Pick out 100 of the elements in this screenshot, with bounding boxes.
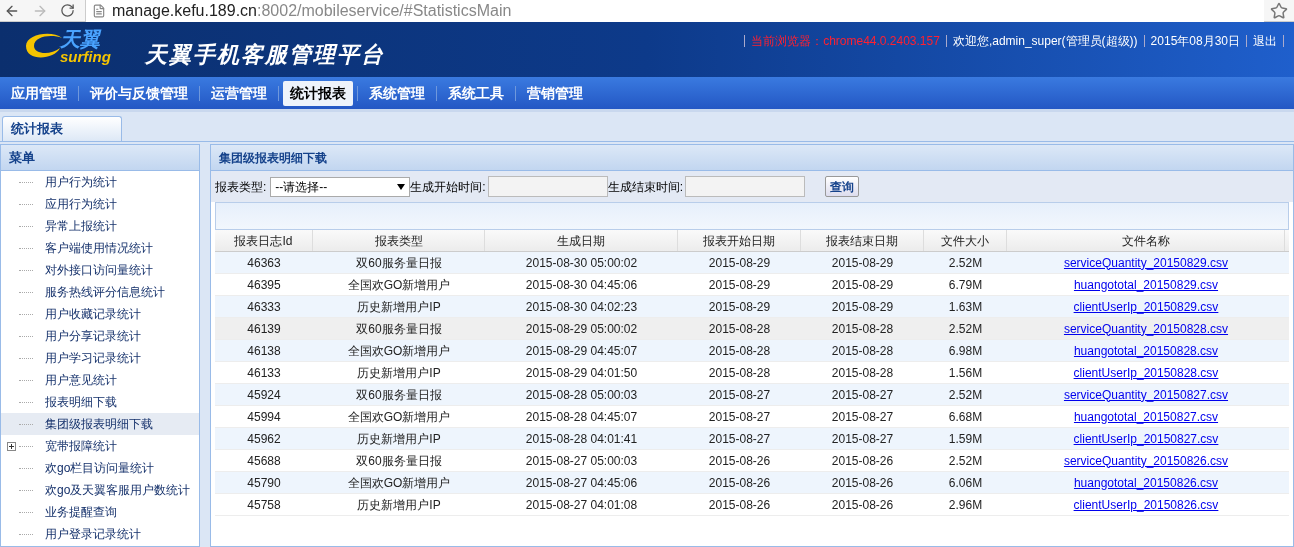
table-cell-text: 2015-08-26 [707,452,772,470]
menu-item[interactable]: 服务热线评分信息统计 [1,281,199,303]
url-path: :8002/mobileservice/#StatisticsMain [257,0,512,21]
menu-item[interactable]: 业务提醒查询 [1,501,199,523]
page-icon [92,3,106,18]
platform-title: 天翼手机客服管理平台 [144,41,385,69]
table-cell-text: 全国欢GO新增用户 [346,342,452,360]
nav-tab[interactable]: 运营管理 [204,80,274,106]
menu-item[interactable]: 报表明细下载 [1,391,199,413]
address-bar[interactable]: manage.kefu.189.cn:8002/mobileservice/#StatisticsMain [85,0,1264,22]
file-link[interactable]: serviceQuantity_20150826.csv [1063,451,1229,470]
menu-item[interactable]: 用户登录记录统计 [1,523,199,545]
table-cell-text: 2015-08-26 [707,474,772,492]
table-cell-text: 45962 [246,430,282,448]
file-link[interactable]: clientUserIp_20150828.csv [1073,363,1219,382]
table-cell-text: 2015-08-28 04:01:41 [524,430,639,448]
table-cell-text: 46333 [246,298,282,316]
page-tab[interactable]: 统计报表 [2,116,122,141]
table-cell-text: 46363 [246,254,282,272]
reload-icon[interactable] [60,3,75,18]
table-cell-text: 2015-08-27 04:45:06 [524,474,639,492]
panel-title: 集团级报表明细下载 [211,145,1293,171]
file-link[interactable]: serviceQuantity_20150829.csv [1063,253,1229,272]
nav-tab[interactable]: 系统管理 [362,80,432,106]
menu-item[interactable]: 用户意见统计 [1,369,199,391]
start-time-field[interactable] [487,176,608,197]
field-label: 生成开始时间: [410,178,486,196]
nav-tab[interactable]: 评价与反馈管理 [83,80,195,106]
column-header[interactable]: 文件名称 [1007,230,1285,251]
table-cell-text: 45758 [246,496,282,514]
file-link[interactable]: clientUserIp_20150827.csv [1073,429,1219,448]
file-link[interactable]: huangototal_20150826.csv [1073,473,1219,492]
nav-tab[interactable]: 应用管理 [4,80,74,106]
table-cell-text: 1.59M [947,430,984,448]
menu-item[interactable]: 用户学习记录统计 [1,347,199,369]
table-cell-text: 历史新增用户IP [356,364,442,382]
file-link[interactable]: clientUserIp_20150829.csv [1073,297,1219,316]
table-cell-text: 历史新增用户IP [356,298,442,316]
menu-item[interactable]: 用户分享记录统计 [1,325,199,347]
expand-plus-icon[interactable] [7,441,16,451]
logo-text: 天翼 [60,28,102,49]
table-cell-text: 双60服务量日报 [355,254,443,272]
column-header[interactable]: 报表类型 [313,230,485,251]
table-cell-text: 2015-08-28 [707,320,772,338]
menu-item[interactable]: 应用行为统计 [1,193,199,215]
table-cell-text: 2015-08-27 [707,408,772,426]
menu-item[interactable]: 欢go栏目访问量统计 [1,457,199,479]
table-cell-text: 双60服务量日报 [355,320,443,338]
table-cell-text: 历史新增用户IP [356,430,442,448]
report-type-select[interactable]: --请选择-- [270,176,411,197]
menu-item[interactable]: 对外接口访问量统计 [1,259,199,281]
table-cell-text: 2015-08-28 [707,342,772,360]
table-cell-text: 2.52M [947,320,984,338]
table-cell-text: 2015-08-29 05:00:02 [524,320,639,338]
column-header[interactable]: 文件大小 [924,230,1007,251]
table-cell-text: 2015-08-28 [830,320,895,338]
query-button[interactable]: 查询 [825,176,860,197]
sidebar-title: 菜单 [1,145,199,171]
table-cell-text: 2.52M [947,254,984,272]
table-cell-text: 双60服务量日报 [355,452,443,470]
file-link[interactable]: serviceQuantity_20150827.csv [1063,385,1229,404]
menu-item[interactable]: 异常上报统计 [1,215,199,237]
table-cell-text: 45924 [246,386,282,404]
file-link[interactable]: clientUserIp_20150826.csv [1073,495,1219,514]
file-link[interactable]: huangototal_20150827.csv [1073,407,1219,426]
menu-item[interactable]: 集团级报表明细下载 [1,413,199,435]
logout-link[interactable]: 退出 [1253,32,1277,50]
menu-item[interactable]: 欢go及天翼客服用户数统计 [1,479,199,501]
table-cell-text: 45688 [246,452,282,470]
table-cell-text: 2015-08-27 [707,430,772,448]
column-header[interactable]: 报表日志Id [215,230,313,251]
url-host: manage.kefu.189.cn [112,0,257,21]
table-cell-text: 2015-08-29 [830,276,895,294]
bookmark-star-icon[interactable] [1270,1,1288,20]
table-cell-text: 2015-08-30 04:02:23 [524,298,639,316]
table-cell-text: 2015-08-26 [707,496,772,514]
nav-tab[interactable]: 系统工具 [441,80,511,106]
table-cell-text: 1.56M [947,364,984,382]
end-time-field[interactable] [685,176,806,197]
table-cell-text: 全国欢GO新增用户 [346,474,452,492]
table-cell-text: 2015-08-26 [830,452,895,470]
menu-item[interactable]: 客户端使用情况统计 [1,237,199,259]
file-link[interactable]: huangototal_20150829.csv [1073,275,1219,294]
menu-item[interactable]: 宽带报障统计 [1,435,199,457]
nav-tab[interactable]: 营销管理 [520,80,590,106]
column-header[interactable]: 生成日期 [485,230,678,251]
field-label: 报表类型: [215,178,267,196]
table-cell-text: 6.98M [947,342,984,360]
menu-item[interactable]: 用户行为统计 [1,171,199,193]
table-cell-text: 46133 [246,364,282,382]
menu-item[interactable]: 用户收藏记录统计 [1,303,199,325]
nav-tab[interactable]: 统计报表 [283,80,353,106]
table-cell-text: 46395 [246,276,282,294]
table-cell-text: 2.52M [947,452,984,470]
table-cell-text: 2015-08-26 [830,474,895,492]
logo-subtext: surfing [60,48,111,64]
column-header[interactable]: 报表开始日期 [678,230,801,251]
file-link[interactable]: huangototal_20150828.csv [1073,341,1219,360]
file-link[interactable]: serviceQuantity_20150828.csv [1063,319,1229,338]
column-header[interactable]: 报表结束日期 [801,230,924,251]
